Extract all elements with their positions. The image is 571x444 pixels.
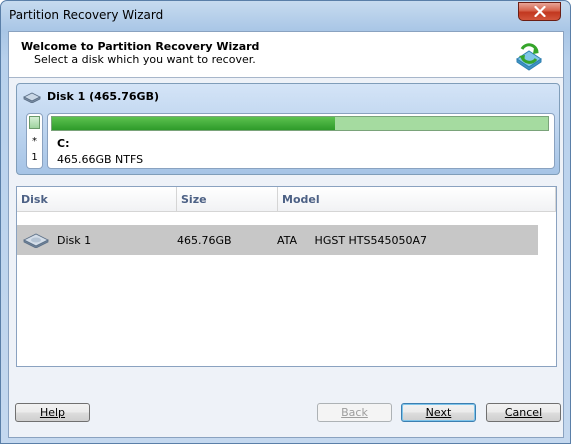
disk-list-header: Disk Size Model xyxy=(17,187,556,212)
wizard-client-area: Welcome to Partition Recovery Wizard Sel… xyxy=(8,31,564,438)
page-subtitle: Select a disk which you want to recover. xyxy=(34,53,256,66)
cancel-button-label: Cancel xyxy=(504,406,543,419)
cell-model: ATA HGST HTS545050A7 xyxy=(277,234,428,247)
wizard-header: Welcome to Partition Recovery Wizard Sel… xyxy=(9,32,563,78)
back-button-label: Back xyxy=(341,406,368,419)
disk-map-panel: Disk 1 (465.76GB) * 1 C: 465.66GB NTFS xyxy=(16,83,560,175)
cancel-button[interactable]: Cancel xyxy=(486,403,561,422)
partition-name: C: xyxy=(57,137,70,150)
column-header-disk[interactable]: Disk xyxy=(17,187,177,212)
partition-block-c[interactable]: C: 465.66GB NTFS xyxy=(47,113,555,169)
disk-map-title: Disk 1 (465.76GB) xyxy=(23,90,159,103)
cell-disk: Disk 1 xyxy=(57,234,92,247)
unallocated-bar xyxy=(29,116,40,129)
recovery-wizard-icon xyxy=(516,43,542,71)
unallocated-block[interactable]: * 1 xyxy=(26,113,43,169)
partition-info: 465.66GB NTFS xyxy=(57,153,144,166)
column-header-model[interactable]: Model xyxy=(278,187,556,212)
table-row[interactable]: Disk 1 465.76GB ATA HGST HTS545050A7 xyxy=(17,225,538,255)
unallocated-number: 1 xyxy=(31,152,38,163)
close-button[interactable] xyxy=(518,2,561,21)
help-button[interactable]: Help xyxy=(15,403,90,422)
help-button-label: Help xyxy=(39,406,66,419)
cell-size: 465.76GB xyxy=(177,234,232,247)
title-bar[interactable]: Partition Recovery Wizard xyxy=(1,1,570,31)
hard-disk-icon xyxy=(23,92,41,103)
disk-map-title-text: Disk 1 (465.76GB) xyxy=(47,90,159,103)
unallocated-marker: * xyxy=(32,136,37,147)
hard-disk-icon xyxy=(23,233,49,248)
next-button-label: Next xyxy=(425,406,452,419)
page-title: Welcome to Partition Recovery Wizard xyxy=(21,40,260,53)
column-header-size[interactable]: Size xyxy=(177,187,278,212)
partition-usage-bar xyxy=(51,116,549,131)
back-button[interactable]: Back xyxy=(317,403,392,422)
window-title: Partition Recovery Wizard xyxy=(9,8,164,22)
close-icon xyxy=(533,6,546,17)
disk-list: Disk Size Model Disk 1 465.76GB ATA HGST… xyxy=(16,186,557,367)
next-button[interactable]: Next xyxy=(401,403,476,422)
partition-usage-fill xyxy=(52,117,335,130)
wizard-window: Partition Recovery Wizard Welcome to Par… xyxy=(0,0,571,444)
